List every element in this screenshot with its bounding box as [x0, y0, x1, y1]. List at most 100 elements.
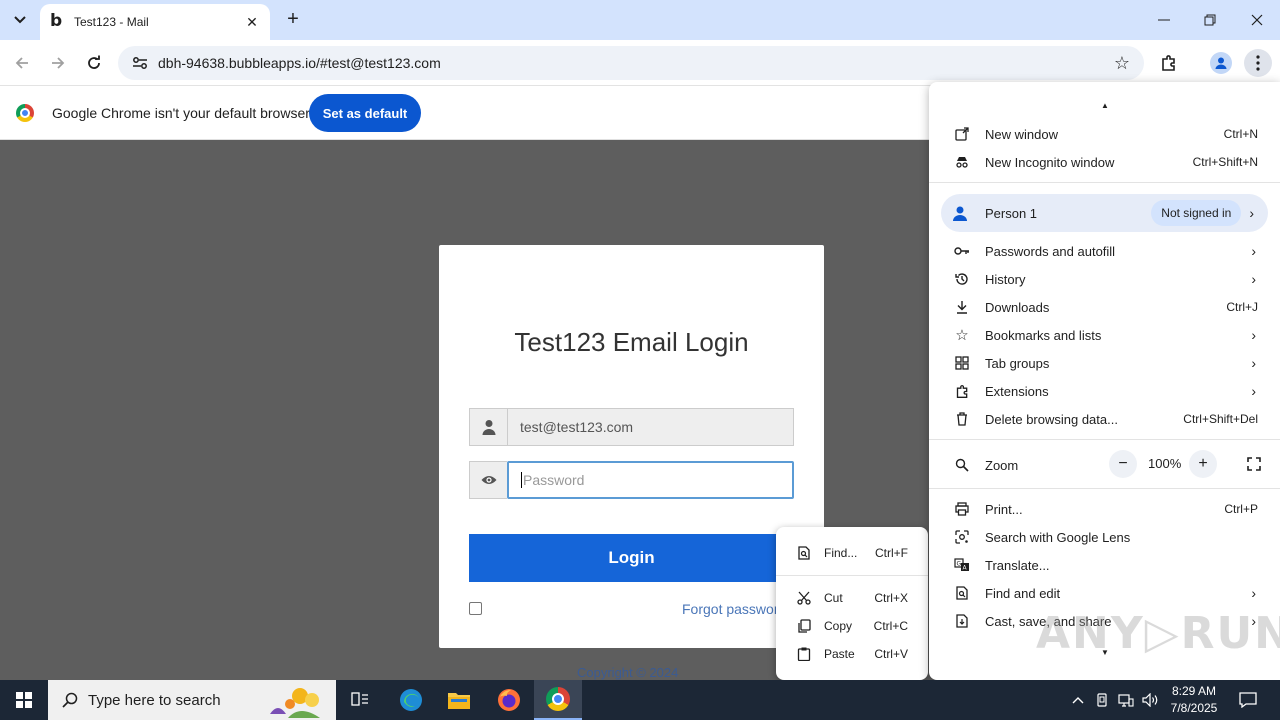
search-highlight-flowers-icon — [270, 688, 320, 718]
print-shortcut: Ctrl+P — [1224, 502, 1258, 516]
device-tray-icon[interactable] — [1092, 680, 1112, 720]
menu-extensions[interactable]: Extensions › — [929, 377, 1280, 405]
history-icon — [953, 270, 971, 288]
more-vert-icon — [1256, 55, 1260, 71]
new-tab-button[interactable]: + — [282, 9, 304, 31]
context-menu: Find... Ctrl+F Cut Ctrl+X Copy Ctrl+C Pa… — [776, 527, 928, 680]
firefox-taskbar-button[interactable] — [485, 680, 533, 720]
new-window-shortcut: Ctrl+N — [1223, 127, 1258, 141]
ctx-cut[interactable]: Cut Ctrl+X — [776, 586, 928, 610]
menu-new-incognito[interactable]: New Incognito window Ctrl+Shift+N — [929, 148, 1280, 176]
tab-active[interactable]: b Test123 - Mail ✕ — [40, 4, 270, 40]
reload-button[interactable] — [80, 49, 108, 77]
notifications-button[interactable] — [1234, 680, 1262, 720]
login-card: Test123 Email Login test@test123.com Pas… — [439, 245, 824, 648]
show-hidden-icons-button[interactable] — [1068, 680, 1088, 720]
menu-google-lens[interactable]: Search with Google Lens — [929, 523, 1280, 551]
person-label: Person 1 — [985, 205, 1038, 221]
forgot-password-link[interactable]: Forgot password — [682, 601, 786, 617]
tab-groups-label: Tab groups — [985, 355, 1050, 371]
edge-taskbar-button[interactable] — [387, 680, 435, 720]
remember-checkbox[interactable] — [469, 602, 482, 615]
fullscreen-button[interactable] — [1240, 450, 1268, 478]
downloads-shortcut: Ctrl+J — [1226, 300, 1258, 314]
set-as-default-button[interactable]: Set as default — [309, 94, 421, 132]
ctx-cut-label: Cut — [824, 591, 843, 605]
menu-passwords[interactable]: Passwords and autofill › — [929, 237, 1280, 265]
menu-delete-data[interactable]: Delete browsing data... Ctrl+Shift+Del — [929, 405, 1280, 433]
windows-taskbar: Type here to search 8:29 AM 7/8/2025 — [0, 680, 1280, 720]
new-window-label: New window — [985, 126, 1058, 142]
login-title: Test123 Email Login — [514, 327, 749, 357]
eye-icon — [481, 476, 496, 484]
tab-close-icon[interactable]: ✕ — [244, 14, 260, 30]
menu-print[interactable]: Print... Ctrl+P — [929, 495, 1280, 523]
menu-divider — [929, 439, 1280, 440]
ctx-copy-shortcut: Ctrl+C — [873, 619, 908, 633]
chrome-taskbar-button[interactable] — [534, 680, 582, 720]
network-icon[interactable] — [1116, 680, 1136, 720]
ctx-paste-shortcut: Ctrl+V — [874, 647, 908, 661]
scroll-up-arrow-icon[interactable]: ▲ — [1101, 102, 1109, 110]
chrome-menu-button[interactable] — [1244, 49, 1272, 77]
menu-tab-groups[interactable]: Tab groups › — [929, 349, 1280, 377]
close-window-button[interactable] — [1234, 0, 1280, 40]
minimize-button[interactable] — [1141, 0, 1187, 40]
tab-search-button[interactable] — [8, 8, 32, 32]
menu-bookmarks[interactable]: ☆ Bookmarks and lists › — [929, 321, 1280, 349]
menu-find-edit[interactable]: Find and edit › — [929, 579, 1280, 607]
password-input[interactable]: Password — [507, 461, 794, 499]
chrome-logo-icon — [16, 104, 34, 122]
menu-downloads[interactable]: Downloads Ctrl+J — [929, 293, 1280, 321]
start-button[interactable] — [0, 680, 48, 720]
menu-person[interactable]: Person 1 Not signed in › — [941, 194, 1268, 232]
profile-button[interactable] — [1207, 49, 1235, 77]
email-input[interactable]: test@test123.com — [507, 408, 794, 446]
taskbar-search-box[interactable]: Type here to search — [48, 680, 336, 720]
bubble-favicon-icon: b — [50, 11, 63, 31]
address-bar[interactable]: dbh-94638.bubbleapps.io/#test@test123.co… — [118, 46, 1144, 80]
ctx-paste[interactable]: Paste Ctrl+V — [776, 642, 928, 666]
bookmarks-label: Bookmarks and lists — [985, 327, 1102, 343]
zoom-icon — [953, 456, 971, 474]
chevron-right-icon: › — [1251, 271, 1256, 287]
passwords-label: Passwords and autofill — [985, 243, 1116, 259]
history-label: History — [985, 271, 1026, 287]
restore-icon — [1204, 14, 1216, 26]
volume-icon[interactable] — [1140, 680, 1162, 720]
taskbar-clock[interactable]: 8:29 AM 7/8/2025 — [1166, 683, 1222, 717]
zoom-out-button[interactable]: − — [1109, 450, 1137, 478]
ctx-find[interactable]: Find... Ctrl+F — [776, 541, 928, 565]
menu-new-window[interactable]: New window Ctrl+N — [929, 120, 1280, 148]
extensions-button[interactable] — [1155, 49, 1183, 77]
show-password-toggle[interactable] — [469, 461, 507, 499]
zoom-in-button[interactable]: + — [1189, 450, 1217, 478]
chevron-up-icon — [1072, 697, 1084, 704]
zoom-label: Zoom — [985, 457, 1019, 473]
taskbar-search-placeholder: Type here to search — [88, 691, 221, 709]
back-button[interactable] — [8, 49, 36, 77]
delete-data-label: Delete browsing data... — [985, 411, 1118, 427]
file-explorer-button[interactable] — [435, 680, 483, 720]
ctx-divider — [776, 575, 928, 576]
key-icon — [953, 242, 971, 260]
delete-data-shortcut: Ctrl+Shift+Del — [1183, 412, 1258, 426]
bookmark-star-icon[interactable]: ☆ — [1114, 53, 1130, 73]
login-button[interactable]: Login — [469, 534, 794, 582]
arrow-right-icon — [52, 57, 65, 69]
new-incognito-label: New Incognito window — [985, 154, 1115, 170]
forward-button[interactable] — [44, 49, 72, 77]
site-info-icon[interactable] — [130, 53, 150, 73]
task-view-icon — [351, 692, 368, 706]
menu-translate[interactable]: GA Translate... — [929, 551, 1280, 579]
task-view-button[interactable] — [336, 680, 384, 720]
ctx-copy[interactable]: Copy Ctrl+C — [776, 614, 928, 638]
menu-history[interactable]: History › — [929, 265, 1280, 293]
print-icon — [953, 500, 971, 518]
restore-button[interactable] — [1187, 0, 1233, 40]
lens-icon — [953, 528, 971, 546]
zoom-value: 100% — [1148, 456, 1182, 471]
clock-date: 7/8/2025 — [1170, 701, 1218, 715]
person-icon — [1215, 57, 1227, 69]
menu-zoom: Zoom − 100% + — [929, 450, 1280, 480]
